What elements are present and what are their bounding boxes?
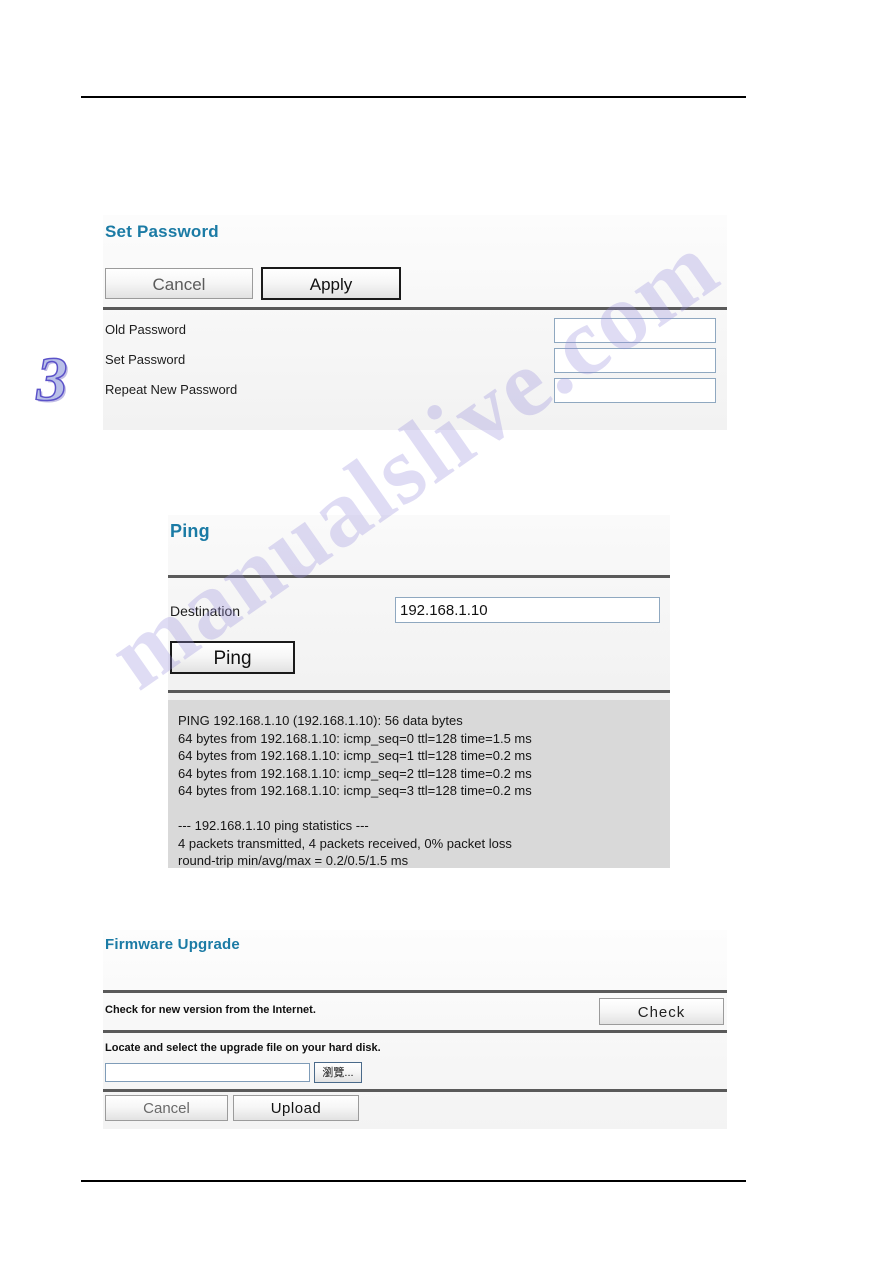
- ping-output-text: PING 192.168.1.10 (192.168.1.10): 56 dat…: [168, 700, 670, 868]
- firmware-file-path-input[interactable]: [105, 1063, 310, 1082]
- firmware-upload-button[interactable]: Upload: [233, 1095, 359, 1121]
- repeat-new-password-label: Repeat New Password: [105, 382, 238, 397]
- set-password-panel: Set Password Cancel Apply Old Password S…: [103, 215, 727, 430]
- set-password-divider: [103, 307, 727, 310]
- set-password-label: Set Password: [105, 352, 186, 367]
- firmware-check-button[interactable]: Check: [599, 998, 724, 1025]
- firmware-cancel-button[interactable]: Cancel: [105, 1095, 228, 1121]
- old-password-row: Old Password: [105, 318, 725, 348]
- ping-destination-input[interactable]: [395, 597, 660, 623]
- old-password-label: Old Password: [105, 322, 186, 337]
- set-password-input[interactable]: [554, 348, 716, 373]
- set-password-title: Set Password: [105, 222, 219, 241]
- ping-destination-label: Destination: [170, 603, 241, 619]
- firmware-divider-1: [103, 990, 727, 993]
- old-password-input[interactable]: [554, 318, 716, 343]
- ping-divider-top: [168, 575, 670, 578]
- ping-panel: Ping Destination Ping PING 192.168.1.10 …: [168, 515, 670, 868]
- repeat-new-password-input[interactable]: [554, 378, 716, 403]
- ping-divider-bottom: [168, 690, 670, 693]
- chapter-number: 3: [36, 345, 69, 415]
- firmware-check-description: Check for new version from the Internet.: [105, 1004, 316, 1016]
- ping-title: Ping: [170, 521, 210, 541]
- repeat-password-row: Repeat New Password: [105, 378, 725, 408]
- firmware-upgrade-panel: Firmware Upgrade Check for new version f…: [103, 930, 727, 1129]
- firmware-divider-3: [103, 1089, 727, 1092]
- firmware-divider-2: [103, 1030, 727, 1033]
- set-password-cancel-button[interactable]: Cancel: [105, 268, 253, 299]
- page-rule-bottom: [81, 1180, 746, 1182]
- set-password-apply-button[interactable]: Apply: [261, 267, 401, 300]
- firmware-browse-button[interactable]: 瀏覽...: [314, 1062, 362, 1083]
- page-rule-top: [81, 96, 746, 98]
- ping-button[interactable]: Ping: [170, 641, 295, 674]
- set-password-row: Set Password: [105, 348, 725, 378]
- firmware-upgrade-title: Firmware Upgrade: [105, 936, 240, 953]
- firmware-locate-description: Locate and select the upgrade file on yo…: [105, 1042, 381, 1054]
